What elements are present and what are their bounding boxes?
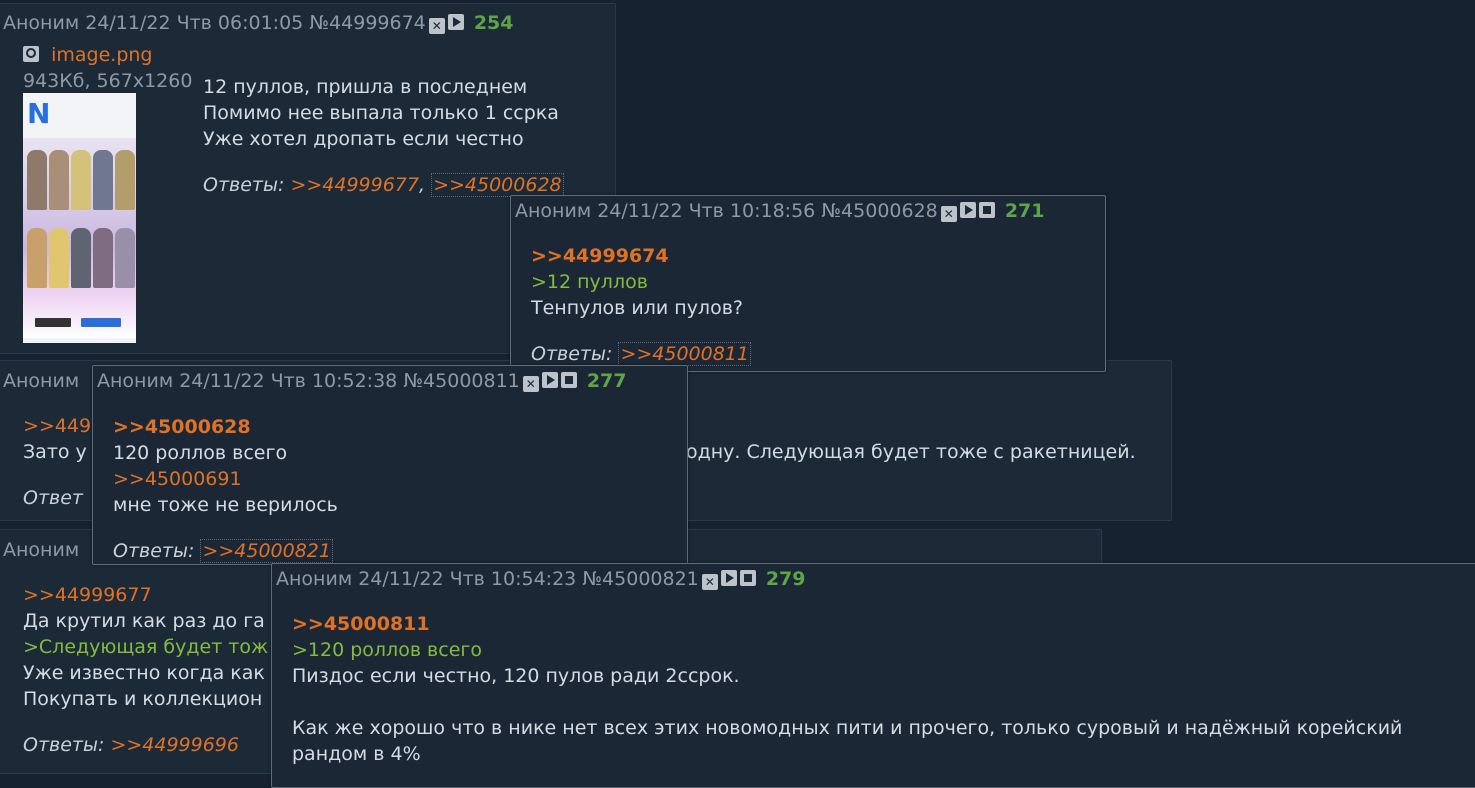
gacha-results-graphic <box>23 138 136 338</box>
magnifier-icon[interactable] <box>23 46 39 62</box>
post-line: 120 роллов всего <box>113 442 288 464</box>
post-author: Аноним <box>3 370 80 392</box>
post-line: Покупать и коллекцион <box>23 688 263 710</box>
answer-link[interactable]: >>44999696 <box>110 734 239 756</box>
post-index: 271 <box>1004 200 1045 222</box>
file-meta: 943Кб, 567x1260 <box>23 70 193 92</box>
post-body: >>449 Зато у Ответ <box>23 413 91 511</box>
post-author: Аноним <box>3 539 80 561</box>
quote-line: >Следующая будет тож <box>23 636 269 658</box>
post-body: >>45000628 120 роллов всего >>45000691 м… <box>113 414 338 564</box>
reply-link[interactable]: >>44999677 <box>23 582 268 608</box>
post-line: рандом в 4% <box>292 743 421 765</box>
post-date: 24/11/22 Чтв 10:54:23 <box>358 568 577 590</box>
stop-icon[interactable] <box>560 372 577 388</box>
post-header: Аноним <box>3 539 79 561</box>
thumbnail-image[interactable]: N <box>23 93 136 343</box>
post-date: 24/11/22 Чтв 06:01:05 <box>85 12 304 34</box>
post-line: Как же хорошо что в нике нет всех этих н… <box>292 717 1403 739</box>
post-line: Тенпулов или пулов? <box>531 297 743 319</box>
quote-line: >120 роллов всего <box>292 639 482 661</box>
file-info: image.png <box>23 42 152 68</box>
post-body: >>44999674 >12 пуллов Тенпулов или пулов… <box>531 243 751 367</box>
stop-icon[interactable] <box>978 202 995 218</box>
post-line: Зато у <box>23 441 87 463</box>
answers-label: Ответы: <box>531 343 613 365</box>
logo-icon: N <box>27 97 51 130</box>
stop-icon[interactable] <box>739 570 756 586</box>
post-author: Аноним <box>97 370 174 392</box>
post-author: Аноним <box>276 568 353 590</box>
post-header: Аноним 24/11/22 Чтв 10:52:38 №45000811 ✕ … <box>97 370 626 392</box>
play-icon[interactable] <box>541 372 558 388</box>
answer-link[interactable]: >>44999677 <box>290 174 419 196</box>
close-icon[interactable]: ✕ <box>701 574 718 590</box>
popup-post-45000821: Аноним 24/11/22 Чтв 10:54:23 №45000821 ✕ … <box>271 563 1475 788</box>
answers: Ответы: >>45000811 <box>531 341 751 367</box>
post-index: 254 <box>473 12 514 34</box>
post-line: Да крутил как раз до га <box>23 610 265 632</box>
close-icon[interactable]: ✕ <box>940 206 957 222</box>
answers-label: Ответы: <box>113 540 195 562</box>
post-author: Аноним <box>3 12 80 34</box>
post-header: Аноним <box>3 370 79 392</box>
answer-link[interactable]: >>45000628 <box>431 173 564 197</box>
post-header: Аноним 24/11/22 Чтв 10:18:56 №45000628 ✕ … <box>515 200 1044 222</box>
reply-link[interactable]: >>449 <box>23 413 91 439</box>
post-line: Пиздос если честно, 120 пулов ради 2ссро… <box>292 665 740 687</box>
reply-link[interactable]: >>45000811 <box>292 611 1402 637</box>
post-line: Уже известно когда как <box>23 662 265 684</box>
answers-label: Ответы: <box>23 734 105 756</box>
answers: Ответы: >>45000821 <box>113 538 338 564</box>
post-line: мне тоже не верилось <box>113 494 338 516</box>
close-icon[interactable]: ✕ <box>428 18 445 34</box>
post-index: 277 <box>586 370 627 392</box>
play-icon[interactable] <box>959 202 976 218</box>
post-body: >>45000811 >120 роллов всего Пиздос если… <box>292 611 1402 767</box>
reply-link[interactable]: >>45000691 <box>113 466 338 492</box>
quote-line: >12 пуллов <box>531 271 648 293</box>
answers-label: Ответ <box>23 487 83 509</box>
popup-post-45000811: Аноним 24/11/22 Чтв 10:52:38 №45000811 ✕ … <box>92 365 688 565</box>
post-line: Уже хотел дропать если честно <box>203 128 524 150</box>
post-number[interactable]: №45000811 <box>403 370 519 392</box>
answers: Ответы: >>44999696 <box>23 732 268 758</box>
post-index: 279 <box>765 568 806 590</box>
play-icon[interactable] <box>447 14 464 30</box>
play-icon[interactable] <box>720 570 737 586</box>
answer-link[interactable]: >>45000811 <box>618 342 751 366</box>
post-number[interactable]: №44999674 <box>309 12 425 34</box>
post-date: 24/11/22 Чтв 10:52:38 <box>179 370 398 392</box>
answer-link[interactable]: >>45000821 <box>200 539 333 563</box>
post-date: 24/11/22 Чтв 10:18:56 <box>597 200 816 222</box>
post-line-right: одну. Следующая будет тоже с ракетницей. <box>686 441 1136 463</box>
file-name-link[interactable]: image.png <box>51 44 152 66</box>
reply-link[interactable]: >>45000628 <box>113 414 338 440</box>
post-author: Аноним <box>515 200 592 222</box>
close-icon[interactable]: ✕ <box>522 376 539 392</box>
post-line: Помимо нее выпала только 1 ссрка <box>203 102 559 124</box>
post-header: Аноним 24/11/22 Чтв 10:54:23 №45000821 ✕ … <box>276 568 805 590</box>
post-number[interactable]: №45000628 <box>821 200 937 222</box>
answers: Ответы: >>44999677, >>45000628 <box>203 173 564 197</box>
popup-post-45000628: Аноним 24/11/22 Чтв 10:18:56 №45000628 ✕ … <box>510 195 1106 372</box>
post-body: >>44999677 Да крутил как раз до га >След… <box>23 582 268 758</box>
answers-label: Ответы: <box>203 174 285 196</box>
reply-link[interactable]: >>44999674 <box>531 243 751 269</box>
post-number[interactable]: №45000821 <box>582 568 698 590</box>
post-header: Аноним 24/11/22 Чтв 06:01:05 №44999674 ✕ … <box>3 12 513 34</box>
post-body: 12 пуллов, пришла в последнем Помимо нее… <box>203 74 564 198</box>
post-line: 12 пуллов, пришла в последнем <box>203 76 528 98</box>
